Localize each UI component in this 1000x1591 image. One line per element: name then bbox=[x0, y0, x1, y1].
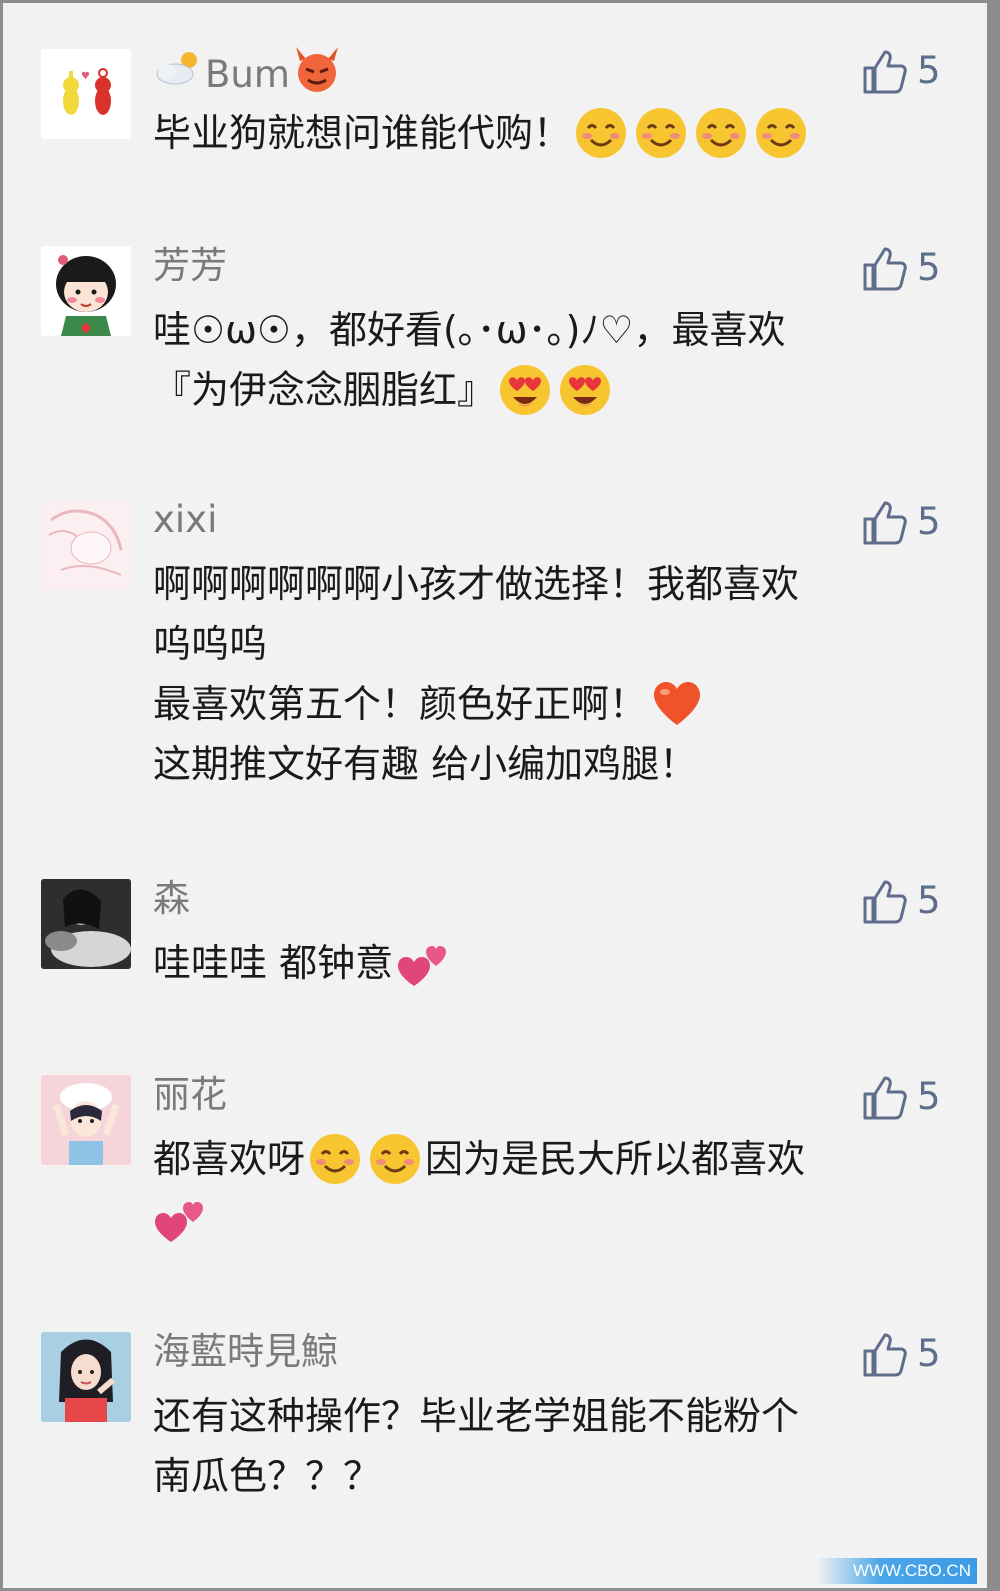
like-count: 5 bbox=[917, 1332, 941, 1375]
like-count: 5 bbox=[917, 246, 941, 289]
site-watermark: WWW.CBO.CN bbox=[817, 1558, 977, 1584]
comment-line: 呜呜呜 bbox=[153, 622, 268, 666]
two-hearts-emoji-icon bbox=[153, 1192, 207, 1246]
comment-line: 这期推文好有趣 给小编加鸡腿！ bbox=[153, 742, 698, 786]
smile-emoji-icon bbox=[308, 1132, 362, 1186]
thumbs-up-icon bbox=[859, 1329, 909, 1379]
comment-line: 南瓜色？？？ bbox=[153, 1454, 382, 1498]
smile-emoji-icon bbox=[634, 106, 688, 160]
comment-line: 还有这种操作？毕业老学姐能不能粉个 bbox=[153, 1394, 800, 1438]
like-count: 5 bbox=[917, 1075, 941, 1118]
user-avatar[interactable]: ♥ bbox=[41, 49, 131, 139]
like-button[interactable]: 5 bbox=[859, 46, 941, 96]
user-name[interactable]: 海藍時見鯨 bbox=[153, 1326, 338, 1378]
comment-line: 哇☉ω☉，都好看(｡･ω･｡)ﾉ♡，最喜欢 bbox=[153, 308, 786, 352]
heart-eyes-emoji-icon bbox=[558, 363, 612, 417]
thumbs-up-icon bbox=[859, 1072, 909, 1122]
red-heart-emoji-icon bbox=[650, 677, 704, 731]
user-avatar[interactable] bbox=[41, 246, 131, 336]
comment-line: 哇哇哇 都钟意 bbox=[153, 941, 394, 985]
thumbs-up-icon bbox=[859, 497, 909, 547]
user-avatar[interactable] bbox=[41, 500, 131, 590]
devil-emoji-icon bbox=[290, 43, 344, 107]
like-button[interactable]: 5 bbox=[859, 497, 941, 547]
like-count: 5 bbox=[917, 879, 941, 922]
svg-text:♥: ♥ bbox=[81, 71, 90, 82]
comment-list: ♥ Bum 5 毕业狗就想问谁能代购！ 芳芳 5 哇☉ω☉，都好看(｡･ω･｡)… bbox=[3, 3, 987, 1588]
comment-line: 最喜欢第五个！颜色好正啊！ bbox=[153, 682, 648, 726]
like-button[interactable]: 5 bbox=[859, 1329, 941, 1379]
user-name-text: Bum bbox=[205, 53, 290, 96]
comment-text: 还有这种操作？毕业老学姐能不能粉个 南瓜色？？？ bbox=[153, 1386, 943, 1506]
user-name[interactable]: 森 bbox=[153, 873, 190, 925]
heart-eyes-emoji-icon bbox=[498, 363, 552, 417]
user-name[interactable]: 芳芳 bbox=[153, 240, 227, 292]
comment-line: 毕业狗就想问谁能代购！ bbox=[153, 111, 572, 155]
smile-emoji-icon bbox=[694, 106, 748, 160]
user-avatar[interactable] bbox=[41, 879, 131, 969]
like-button[interactable]: 5 bbox=[859, 1072, 941, 1122]
like-button[interactable]: 5 bbox=[859, 243, 941, 293]
user-name[interactable]: 丽花 bbox=[153, 1069, 227, 1121]
comment-text: 毕业狗就想问谁能代购！ bbox=[153, 103, 943, 163]
user-name-text: 芳芳 bbox=[153, 244, 227, 287]
like-count: 5 bbox=[917, 500, 941, 543]
comment-line: 都喜欢呀 bbox=[153, 1137, 306, 1181]
user-name-text: 丽花 bbox=[153, 1073, 227, 1116]
user-name[interactable]: Bum bbox=[153, 43, 344, 107]
comment-text: 啊啊啊啊啊啊小孩才做选择！我都喜欢 呜呜呜 最喜欢第五个！颜色好正啊！ 这期推文… bbox=[153, 554, 943, 794]
user-avatar[interactable] bbox=[41, 1075, 131, 1165]
comment-text: 哇☉ω☉，都好看(｡･ω･｡)ﾉ♡，最喜欢 『为伊念念胭脂红』 bbox=[153, 300, 943, 420]
thumbs-up-icon bbox=[859, 876, 909, 926]
user-name-text: 森 bbox=[153, 877, 190, 920]
like-count: 5 bbox=[917, 49, 941, 92]
comment-line: 『为伊念念胭脂红』 bbox=[153, 368, 496, 412]
smile-emoji-icon bbox=[368, 1132, 422, 1186]
user-avatar[interactable] bbox=[41, 1332, 131, 1422]
cloud-sun-emoji-icon bbox=[153, 48, 205, 102]
like-button[interactable]: 5 bbox=[859, 876, 941, 926]
comment-line: 啊啊啊啊啊啊小孩才做选择！我都喜欢 bbox=[153, 562, 800, 606]
smile-emoji-icon bbox=[574, 106, 628, 160]
comment-text: 哇哇哇 都钟意 bbox=[153, 933, 943, 993]
thumbs-up-icon bbox=[859, 46, 909, 96]
user-name[interactable]: xixi bbox=[153, 494, 217, 546]
smile-emoji-icon bbox=[754, 106, 808, 160]
comment-text: 都喜欢呀 因为是民大所以都喜欢 bbox=[153, 1129, 943, 1249]
thumbs-up-icon bbox=[859, 243, 909, 293]
user-name-text: xixi bbox=[153, 498, 218, 541]
two-hearts-emoji-icon bbox=[396, 936, 450, 990]
comment-line: 因为是民大所以都喜欢 bbox=[425, 1137, 806, 1181]
user-name-text: 海藍時見鯨 bbox=[153, 1330, 338, 1373]
